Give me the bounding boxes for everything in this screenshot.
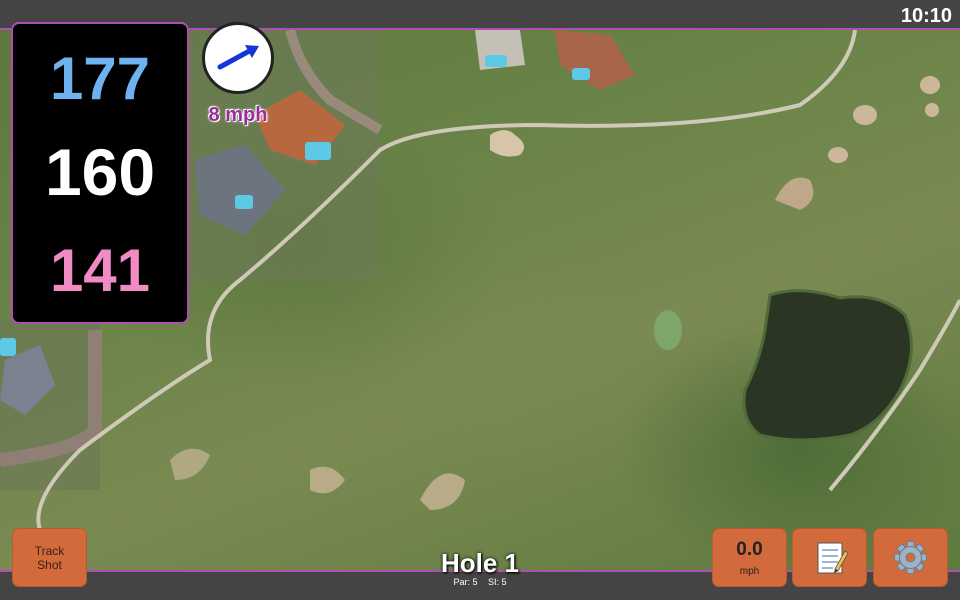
hole-details: Par: 5 SI: 5	[380, 577, 580, 587]
wind-speed: 8 mph	[208, 104, 268, 126]
distance-panel: 177 160 141	[11, 22, 189, 324]
distance-middle: 160	[44, 135, 156, 209]
hole-title: Hole 1	[440, 548, 520, 578]
speed-button[interactable]: 0.0 mph	[712, 528, 787, 587]
settings-button[interactable]	[873, 528, 948, 587]
arrow-icon	[217, 45, 259, 70]
distance-back: 177	[49, 45, 151, 112]
notes-button[interactable]	[792, 528, 867, 587]
wind-direction-indicator	[202, 22, 274, 94]
track-shot-label-line2: Shot	[37, 557, 62, 572]
speed-value: 0.0	[736, 539, 763, 560]
track-shot-label-line1: Track	[34, 543, 65, 558]
track-shot-button[interactable]: Track Shot	[12, 528, 87, 587]
gear-icon	[894, 541, 927, 574]
hole-stroke-index: SI: 5	[488, 577, 507, 587]
speed-unit: mph	[739, 566, 760, 577]
notepad-icon	[817, 542, 849, 574]
hole-par: Par: 5	[453, 577, 478, 587]
clock: 10:10	[900, 5, 952, 27]
distance-front: 141	[49, 237, 151, 304]
